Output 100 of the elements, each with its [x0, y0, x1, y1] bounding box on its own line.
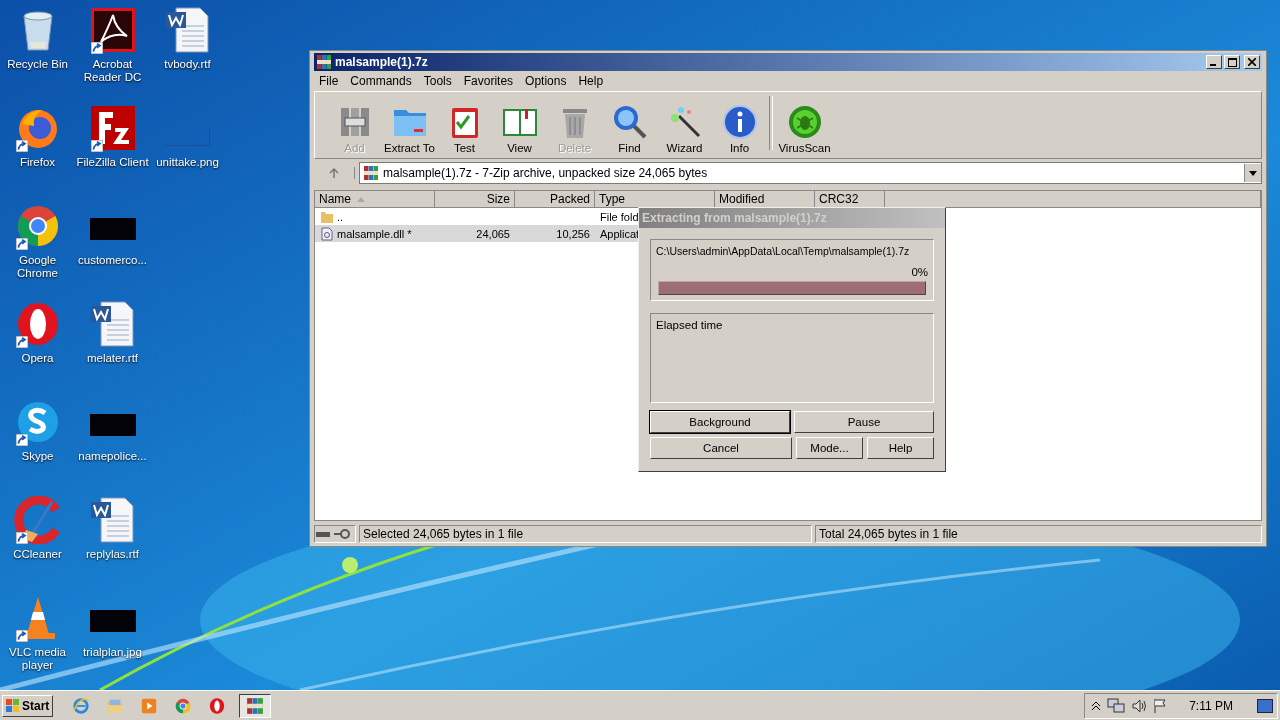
- toolbar-button[interactable]: View: [492, 104, 547, 154]
- column-header[interactable]: Packed: [515, 191, 595, 208]
- maximize-icon: [1227, 57, 1237, 67]
- desktop-icon[interactable]: Recycle Bin: [0, 0, 75, 98]
- toolbar-button[interactable]: Wizard: [657, 104, 712, 154]
- bug-icon: [786, 104, 823, 140]
- image-thumbnail-icon: [163, 126, 210, 146]
- desktop-icon[interactable]: namepolice...: [75, 392, 150, 490]
- sort-arrow-icon: [357, 196, 365, 202]
- dialog-button[interactable]: Background: [650, 411, 790, 433]
- start-button[interactable]: Start: [2, 694, 54, 717]
- desktop-icon-label: replylas.rtf: [84, 548, 140, 561]
- table-cell: Applicat: [600, 227, 640, 240]
- toolbar-button[interactable]: VirusScan: [777, 104, 832, 154]
- close-button[interactable]: [1244, 55, 1260, 69]
- desktop-icon[interactable]: unittake.png: [150, 98, 225, 196]
- file-icon: [320, 226, 334, 241]
- desktop-icon-label: trialplan.jpg: [82, 646, 143, 659]
- desktop-icon-label: Skype: [20, 450, 55, 463]
- column-header[interactable]: Name: [315, 191, 435, 208]
- menu-item[interactable]: Help: [573, 74, 609, 88]
- address-field[interactable]: malsample(1).7z - 7-Zip archive, unpacked size 24,065 bytes: [359, 162, 1262, 184]
- media-player-icon: [140, 696, 159, 715]
- progress-percent: 0%: [911, 266, 928, 278]
- status-text: Selected 24,065 bytes in 1 file: [359, 525, 812, 543]
- search-icon: [611, 104, 648, 140]
- info-icon: [721, 104, 758, 140]
- desktop-icon-label: Opera: [20, 352, 55, 365]
- desktop-icon[interactable]: FileZilla Client: [75, 98, 150, 196]
- toolbar-button[interactable]: Extract To: [382, 104, 437, 154]
- speaker-icon[interactable]: [1131, 697, 1148, 714]
- desktop-icon[interactable]: tvbody.rtf: [150, 0, 225, 98]
- desktop-icon-label: tvbody.rtf: [163, 58, 212, 71]
- desktop-icon-label: melater.rtf: [85, 352, 140, 365]
- desktop-icon-label: Firefox: [18, 156, 57, 169]
- dialog-button[interactable]: Mode...: [796, 437, 863, 459]
- dialog-button[interactable]: Pause: [794, 411, 934, 433]
- opera-icon: [208, 696, 227, 715]
- menu-item[interactable]: Favorites: [458, 74, 519, 88]
- toolbar-button[interactable]: Find: [602, 104, 657, 154]
- toolbar-button[interactable]: Test: [437, 104, 492, 154]
- document-icon: [88, 496, 137, 544]
- desktop-icon[interactable]: Skype: [0, 392, 75, 490]
- archive-icon: [316, 54, 332, 70]
- internet-explorer-icon: [72, 696, 91, 715]
- network-icon[interactable]: [1107, 697, 1126, 714]
- desktop-icon-label: unittake.png: [155, 156, 220, 169]
- desktop-icon[interactable]: Firefox: [0, 98, 75, 196]
- menu-item[interactable]: Options: [520, 74, 572, 88]
- desktop-icon[interactable]: melater.rtf: [75, 294, 150, 392]
- desktop-icon[interactable]: Google Chrome: [0, 196, 75, 294]
- desktop-icon[interactable]: CCleaner: [0, 490, 75, 588]
- dialog-button[interactable]: Help: [867, 437, 934, 459]
- minimize-button[interactable]: [1206, 55, 1222, 69]
- dialog-button[interactable]: Cancel: [650, 437, 792, 459]
- desktop-icon-label: CCleaner: [12, 548, 63, 561]
- up-arrow-icon: [328, 167, 340, 179]
- windows-logo-icon: [6, 698, 20, 713]
- drive-key-icon: [315, 528, 353, 540]
- taskbar-button[interactable]: [239, 693, 272, 718]
- desktop-icon[interactable]: customerco...: [75, 196, 150, 294]
- archive-path: C:\Users\admin\AppData\Local\Temp\malsample(1).7z: [656, 245, 911, 257]
- desktop-icon-label: FileZilla Client: [75, 156, 150, 169]
- chevron-up-icon[interactable]: [1091, 700, 1102, 711]
- archive-icon: [363, 165, 379, 181]
- close-icon: [1248, 58, 1256, 66]
- folder-icon: [320, 209, 334, 224]
- column-header[interactable]: Size: [435, 191, 515, 208]
- file-name: malsample.dll *: [337, 227, 412, 240]
- status-text: Total 24,065 bytes in 1 file: [815, 525, 1262, 543]
- desktop-icon[interactable]: VLC media player: [0, 588, 75, 686]
- desktop-icon[interactable]: replylas.rtf: [75, 490, 150, 588]
- show-desktop-button[interactable]: [1257, 698, 1273, 713]
- desktop-icon-label: Google Chrome: [16, 254, 59, 280]
- document-icon: [88, 300, 137, 348]
- clock[interactable]: 7:11 PM: [1189, 698, 1233, 713]
- flag-icon[interactable]: [1153, 697, 1168, 714]
- archive-icon: [246, 696, 265, 715]
- table-cell: 24,065: [476, 227, 510, 240]
- window-title: malsample(1).7z: [335, 55, 429, 69]
- menu-item[interactable]: Tools: [418, 74, 457, 88]
- elapsed-label: Elapsed time: [656, 319, 724, 331]
- desktop-icon[interactable]: Acrobat Reader DC: [75, 0, 150, 98]
- ccleaner-icon: [13, 496, 62, 544]
- desktop-icon-label: VLC media player: [8, 646, 67, 672]
- dialog-title: Extracting from malsample(1).7z: [642, 211, 827, 225]
- toolbar-button[interactable]: Info: [712, 104, 767, 154]
- desktop-icon[interactable]: Opera: [0, 294, 75, 392]
- desktop-icon[interactable]: trialplan.jpg: [75, 588, 150, 686]
- menu-item[interactable]: Commands: [345, 74, 417, 88]
- dropdown-button[interactable]: [1244, 164, 1261, 182]
- menu-item[interactable]: File: [314, 74, 344, 88]
- caret-icon: [1249, 170, 1257, 176]
- desktop-icon-label: Recycle Bin: [6, 58, 69, 71]
- desktop-icon-label: namepolice...: [77, 450, 148, 463]
- desktop-icon-label: Acrobat Reader DC: [82, 58, 143, 84]
- maximize-button[interactable]: [1224, 55, 1240, 69]
- table-cell: File fold: [600, 210, 639, 223]
- table-cell: 10,256: [556, 227, 590, 240]
- column-header[interactable]: Type: [595, 191, 715, 208]
